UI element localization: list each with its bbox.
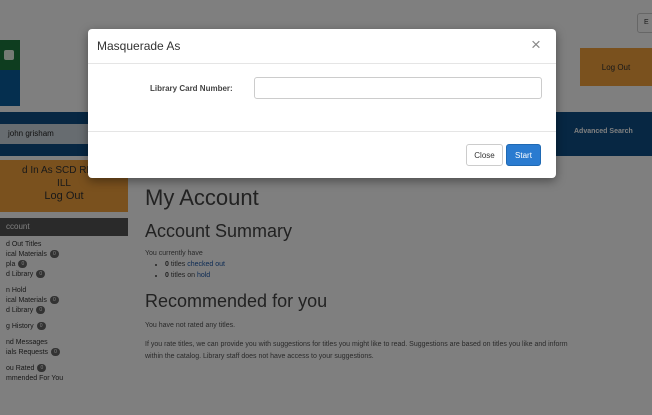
dialog-title: Masquerade As <box>97 39 181 53</box>
library-card-number-input[interactable] <box>254 77 542 99</box>
masquerade-dialog: Masquerade As × Library Card Number: Clo… <box>88 29 556 178</box>
dialog-body: Library Card Number: <box>88 65 556 131</box>
library-card-label: Library Card Number: <box>150 84 233 93</box>
close-icon[interactable]: × <box>531 36 541 53</box>
dialog-footer: Close Start <box>88 131 556 178</box>
dialog-header: Masquerade As × <box>88 29 556 64</box>
close-button[interactable]: Close <box>466 144 503 166</box>
start-button[interactable]: Start <box>506 144 541 166</box>
